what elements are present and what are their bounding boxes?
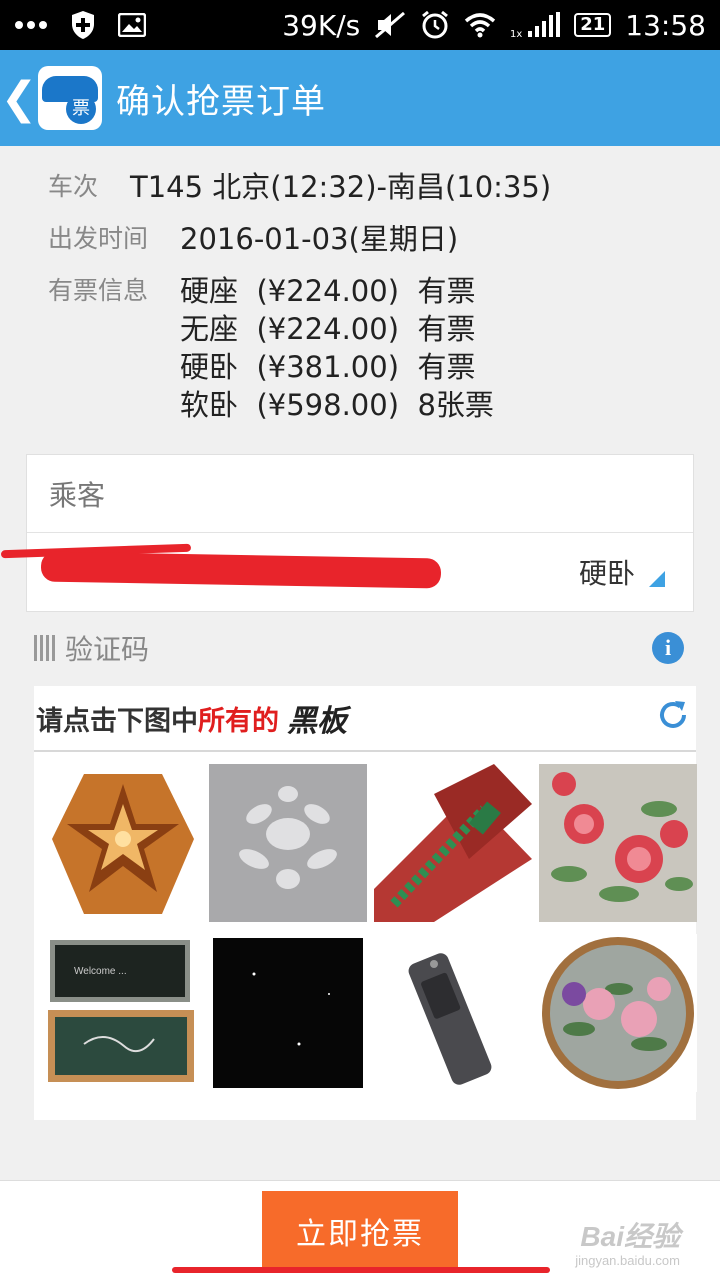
ticket-logo-glyph: 票 (66, 94, 96, 124)
depart-value: 2016-01-03(星期日) (180, 222, 459, 256)
depart-row: 出发时间 2016-01-03(星期日) (48, 220, 688, 258)
captcha-keyword: 黑板 (287, 705, 347, 738)
info-icon[interactable]: i (652, 632, 684, 664)
captcha-panel: 请点击下图中 所有的 黑板 Welcome ... (34, 686, 697, 1120)
captcha-prompt-text: 请点击下图中 (36, 705, 198, 737)
refresh-icon[interactable] (656, 698, 690, 732)
captcha-tile-usb-recorder[interactable] (374, 934, 532, 1092)
shield-plus-icon (70, 10, 96, 40)
grab-ticket-button[interactable]: 立即抢票 (262, 1191, 458, 1271)
more-dots-icon (14, 20, 48, 30)
ticket-item: 无座 (¥224.00) 有票 (180, 312, 476, 346)
train-label: 车次 (48, 172, 99, 201)
captcha-prompt-emphasis: 所有的 (198, 705, 279, 737)
tickets-row: 有票信息 硬座 (¥224.00) 有票 无座 (¥224.00) 有票 硬卧 … (48, 272, 688, 424)
image-icon (118, 13, 146, 37)
app-bar: ❮ 票 确认抢票订单 (0, 50, 720, 146)
annotation-underline (172, 1267, 550, 1273)
ticket-item: 软卧 (¥598.00) 8张票 (180, 388, 494, 422)
captcha-header: 验证码 i (34, 626, 684, 670)
captcha-tile-peony-embroidery[interactable] (539, 764, 697, 922)
tickets-label: 有票信息 (48, 276, 149, 305)
back-button[interactable]: ❮ (0, 73, 38, 124)
depart-label: 出发时间 (48, 224, 149, 253)
passenger-row[interactable]: 硬卧 (0, 533, 693, 611)
captcha-prompt: 请点击下图中 所有的 黑板 (34, 686, 696, 752)
redaction-mark (40, 551, 442, 589)
battery-indicator: 21 (574, 13, 612, 37)
captcha-tile-zipper[interactable] (374, 764, 532, 922)
dropdown-corner-icon (649, 571, 665, 587)
captcha-tile-white-embroidery[interactable] (209, 764, 367, 922)
watermark: Bai经验 (580, 1221, 680, 1252)
ticket-item: 硬座 (¥224.00) 有票 (180, 274, 476, 308)
svg-text:1x: 1x (510, 29, 522, 39)
captcha-tile-chalkboards[interactable]: Welcome ... (44, 934, 202, 1092)
ticket-list: 硬座 (¥224.00) 有票 无座 (¥224.00) 有票 硬卧 (¥381… (180, 272, 494, 424)
app-logo-icon: 票 (38, 66, 102, 130)
passenger-card: 乘客 硬卧 (0, 454, 694, 612)
train-value: T145 北京(12:32)-南昌(10:35) (130, 170, 552, 204)
captcha-label: 验证码 (65, 633, 150, 666)
passenger-header: 乘客 (27, 455, 693, 533)
captcha-tile-black-board[interactable] (209, 934, 367, 1092)
net-speed: 39K/s (282, 8, 361, 42)
clock: 13:58 (625, 8, 706, 42)
captcha-tile-embroidery-hoop[interactable] (539, 934, 697, 1092)
page-title: 确认抢票订单 (116, 81, 326, 122)
captcha-tile-star-lantern[interactable] (44, 764, 202, 922)
train-row: 车次 T145 北京(12:32)-南昌(10:35) (48, 168, 688, 206)
mute-icon (374, 11, 406, 39)
signal-icon: 1x (510, 11, 561, 39)
train-info: 车次 T145 北京(12:32)-南昌(10:35) 出发时间 2016-01… (48, 168, 688, 438)
captcha-image-grid: Welcome ... (44, 764, 697, 1092)
watermark-url: jingyan.baidu.com (575, 1253, 680, 1268)
ticket-item: 硬卧 (¥381.00) 有票 (180, 350, 476, 384)
wifi-icon (464, 12, 496, 38)
alarm-icon (420, 10, 450, 40)
seat-type-select[interactable]: 硬卧 (579, 552, 635, 592)
bottom-bar: 立即抢票 Bai经验 jingyan.baidu.com (0, 1180, 720, 1280)
svg-text:Welcome ...: Welcome ... (74, 966, 127, 977)
section-bars-icon (34, 635, 55, 661)
status-bar: 39K/s 1x 21 13:58 (0, 0, 720, 50)
